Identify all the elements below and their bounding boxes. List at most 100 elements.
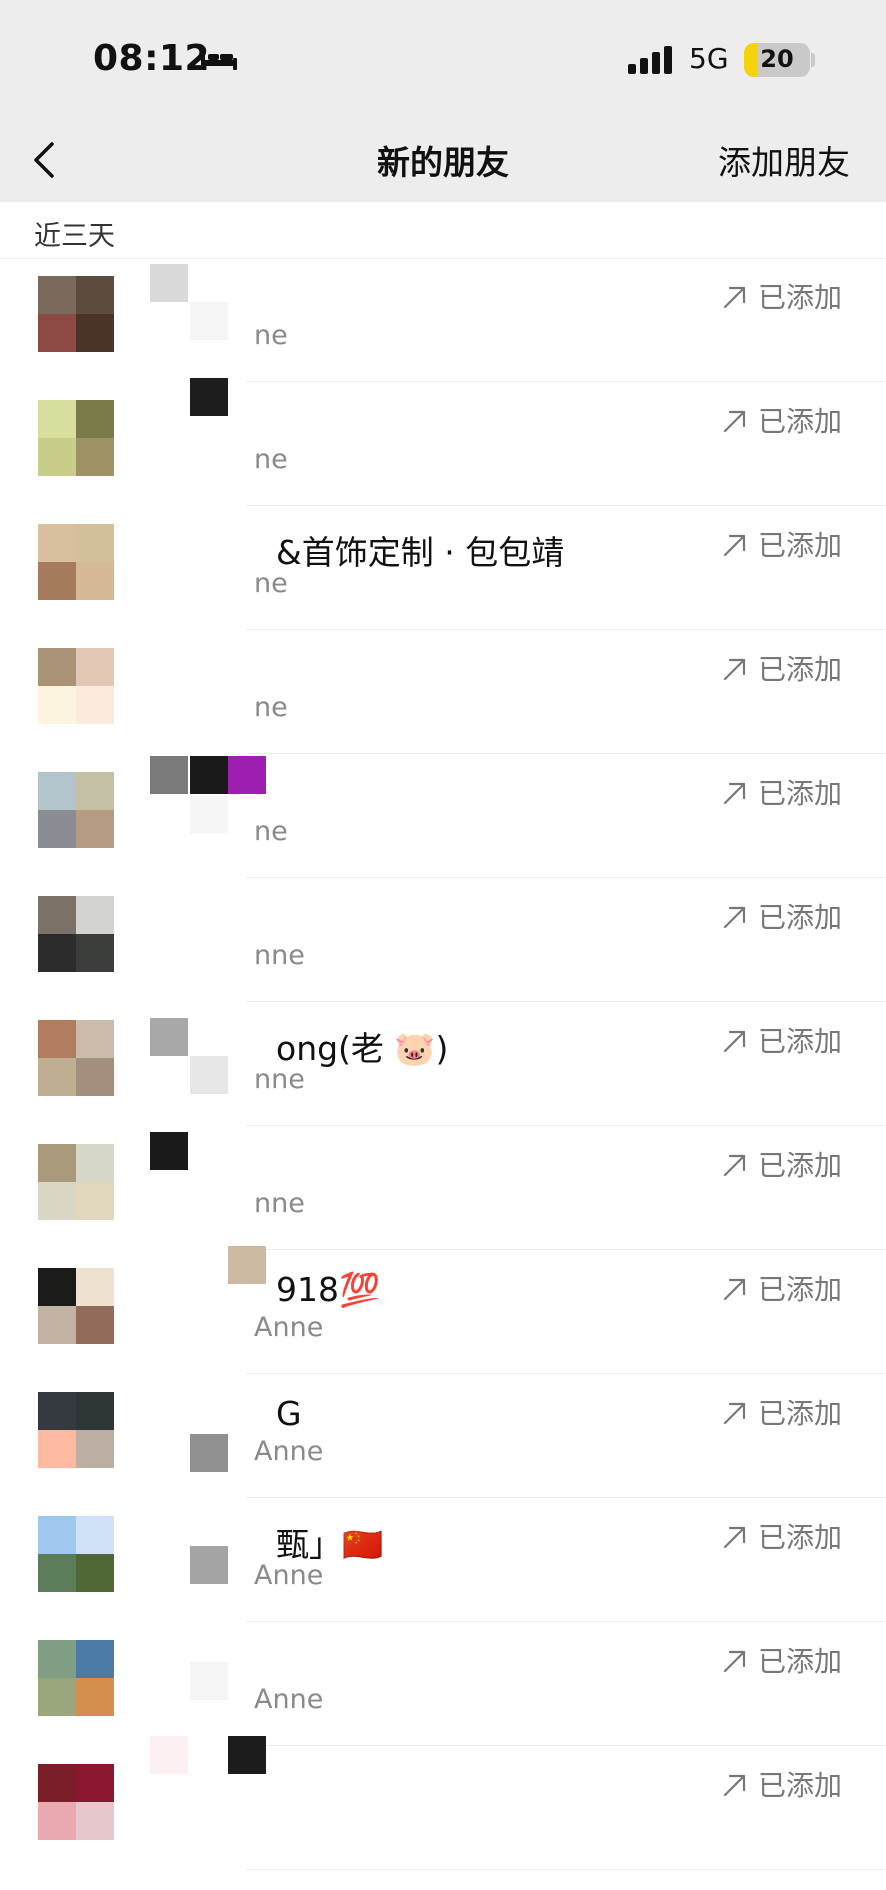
- privacy-mosaic-block: [228, 756, 266, 794]
- added-status[interactable]: 已添加: [722, 524, 842, 564]
- privacy-mosaic-block: [150, 756, 188, 794]
- battery-icon: 20: [744, 43, 810, 77]
- friend-name: ong(老 🐷): [276, 1029, 449, 1068]
- privacy-mosaic-block: [150, 1018, 188, 1056]
- avatar[interactable]: [38, 772, 114, 848]
- arrow-up-right-icon: [723, 534, 746, 557]
- added-label: 已添加: [757, 1149, 842, 1182]
- friend-row[interactable]: 已添加: [0, 1746, 886, 1870]
- friend-row[interactable]: ne 已添加: [0, 754, 886, 878]
- added-status[interactable]: 已添加: [722, 1144, 842, 1184]
- friend-name: 甄」🇨🇳: [276, 1525, 384, 1564]
- friend-remark: ne: [254, 444, 288, 475]
- added-label: 已添加: [757, 405, 842, 438]
- friend-row[interactable]: ong(老 🐷) nne 已添加: [0, 1002, 886, 1126]
- privacy-mosaic-block: [228, 1736, 266, 1774]
- add-friend-button[interactable]: 添加朋友: [718, 136, 850, 184]
- added-label: 已添加: [757, 1397, 842, 1430]
- friend-remark: ne: [254, 816, 288, 847]
- avatar[interactable]: [38, 400, 114, 476]
- arrow-up-right-icon: [723, 1402, 746, 1425]
- status-bar: 08:12 5G 20: [0, 0, 886, 120]
- added-label: 已添加: [757, 1025, 842, 1058]
- friend-remark: nne: [254, 1188, 305, 1219]
- added-label: 已添加: [757, 529, 842, 562]
- friend-remark: Anne: [254, 1312, 324, 1343]
- added-status[interactable]: 已添加: [722, 772, 842, 812]
- arrow-up-right-icon: [723, 1154, 746, 1177]
- privacy-mosaic-block: [150, 1736, 188, 1774]
- avatar[interactable]: [38, 1020, 114, 1096]
- privacy-mosaic-block: [190, 756, 228, 794]
- privacy-mosaic-block: [190, 1662, 228, 1700]
- battery-percent: 20: [760, 45, 794, 73]
- friend-row[interactable]: nne 已添加: [0, 1126, 886, 1250]
- avatar[interactable]: [38, 1268, 114, 1344]
- arrow-up-right-icon: [723, 658, 746, 681]
- privacy-mosaic-block: [190, 302, 228, 340]
- friend-row[interactable]: ne 已添加: [0, 382, 886, 506]
- friend-row[interactable]: ne 已添加: [0, 258, 886, 382]
- friend-remark: ne: [254, 692, 288, 723]
- friend-remark: nne: [254, 1064, 305, 1095]
- friend-row[interactable]: 甄」🇨🇳 Anne 已添加: [0, 1498, 886, 1622]
- friend-remark: ne: [254, 320, 288, 351]
- arrow-up-right-icon: [723, 782, 746, 805]
- avatar[interactable]: [38, 1516, 114, 1592]
- avatar[interactable]: [38, 1144, 114, 1220]
- friend-name: G: [276, 1394, 302, 1433]
- privacy-mosaic-block: [190, 1434, 228, 1472]
- privacy-mosaic-block: [190, 378, 228, 416]
- friend-row[interactable]: ne 已添加: [0, 630, 886, 754]
- friend-remark: Anne: [254, 1436, 324, 1467]
- sleep-focus-icon: [201, 52, 237, 70]
- friend-row[interactable]: Anne 已添加: [0, 1622, 886, 1746]
- avatar[interactable]: [38, 1392, 114, 1468]
- added-status[interactable]: 已添加: [722, 276, 842, 316]
- arrow-up-right-icon: [723, 906, 746, 929]
- avatar[interactable]: [38, 276, 114, 352]
- added-label: 已添加: [757, 1645, 842, 1678]
- added-status[interactable]: 已添加: [722, 400, 842, 440]
- added-status[interactable]: 已添加: [722, 1268, 842, 1308]
- added-status[interactable]: 已添加: [722, 1640, 842, 1680]
- battery-tip: [811, 53, 815, 67]
- added-label: 已添加: [757, 653, 842, 686]
- friend-row[interactable]: &首饰定制 · 包包靖 ne 已添加: [0, 506, 886, 630]
- friend-name: &首饰定制 · 包包靖: [276, 533, 565, 572]
- added-status[interactable]: 已添加: [722, 1764, 842, 1804]
- added-label: 已添加: [757, 281, 842, 314]
- added-status[interactable]: 已添加: [722, 648, 842, 688]
- arrow-up-right-icon: [723, 286, 746, 309]
- section-header: 近三天: [0, 202, 886, 259]
- privacy-mosaic-block: [228, 1246, 266, 1284]
- arrow-up-right-icon: [723, 1030, 746, 1053]
- friend-row[interactable]: G Anne 已添加: [0, 1374, 886, 1498]
- added-label: 已添加: [757, 777, 842, 810]
- added-label: 已添加: [757, 1273, 842, 1306]
- section-label: 近三天: [34, 221, 115, 252]
- added-status[interactable]: 已添加: [722, 896, 842, 936]
- added-label: 已添加: [757, 901, 842, 934]
- cellular-signal-icon: [628, 46, 672, 74]
- added-status[interactable]: 已添加: [722, 1020, 842, 1060]
- nav-bar: 新的朋友 添加朋友: [0, 120, 886, 202]
- avatar[interactable]: [38, 896, 114, 972]
- friend-remark: ne: [254, 568, 288, 599]
- avatar[interactable]: [38, 648, 114, 724]
- added-status[interactable]: 已添加: [722, 1516, 842, 1556]
- avatar[interactable]: [38, 1764, 114, 1840]
- friend-remark: Anne: [254, 1560, 324, 1591]
- avatar[interactable]: [38, 1640, 114, 1716]
- arrow-up-right-icon: [723, 410, 746, 433]
- friend-row[interactable]: nne 已添加: [0, 878, 886, 1002]
- privacy-mosaic-block: [190, 1546, 228, 1584]
- added-status[interactable]: 已添加: [722, 1392, 842, 1432]
- row-divider: [246, 1869, 886, 1870]
- privacy-mosaic-block: [190, 1056, 228, 1094]
- friend-name: 918💯: [276, 1270, 381, 1309]
- avatar[interactable]: [38, 524, 114, 600]
- friend-row[interactable]: 918💯 Anne 已添加: [0, 1250, 886, 1374]
- added-label: 已添加: [757, 1769, 842, 1802]
- arrow-up-right-icon: [723, 1650, 746, 1673]
